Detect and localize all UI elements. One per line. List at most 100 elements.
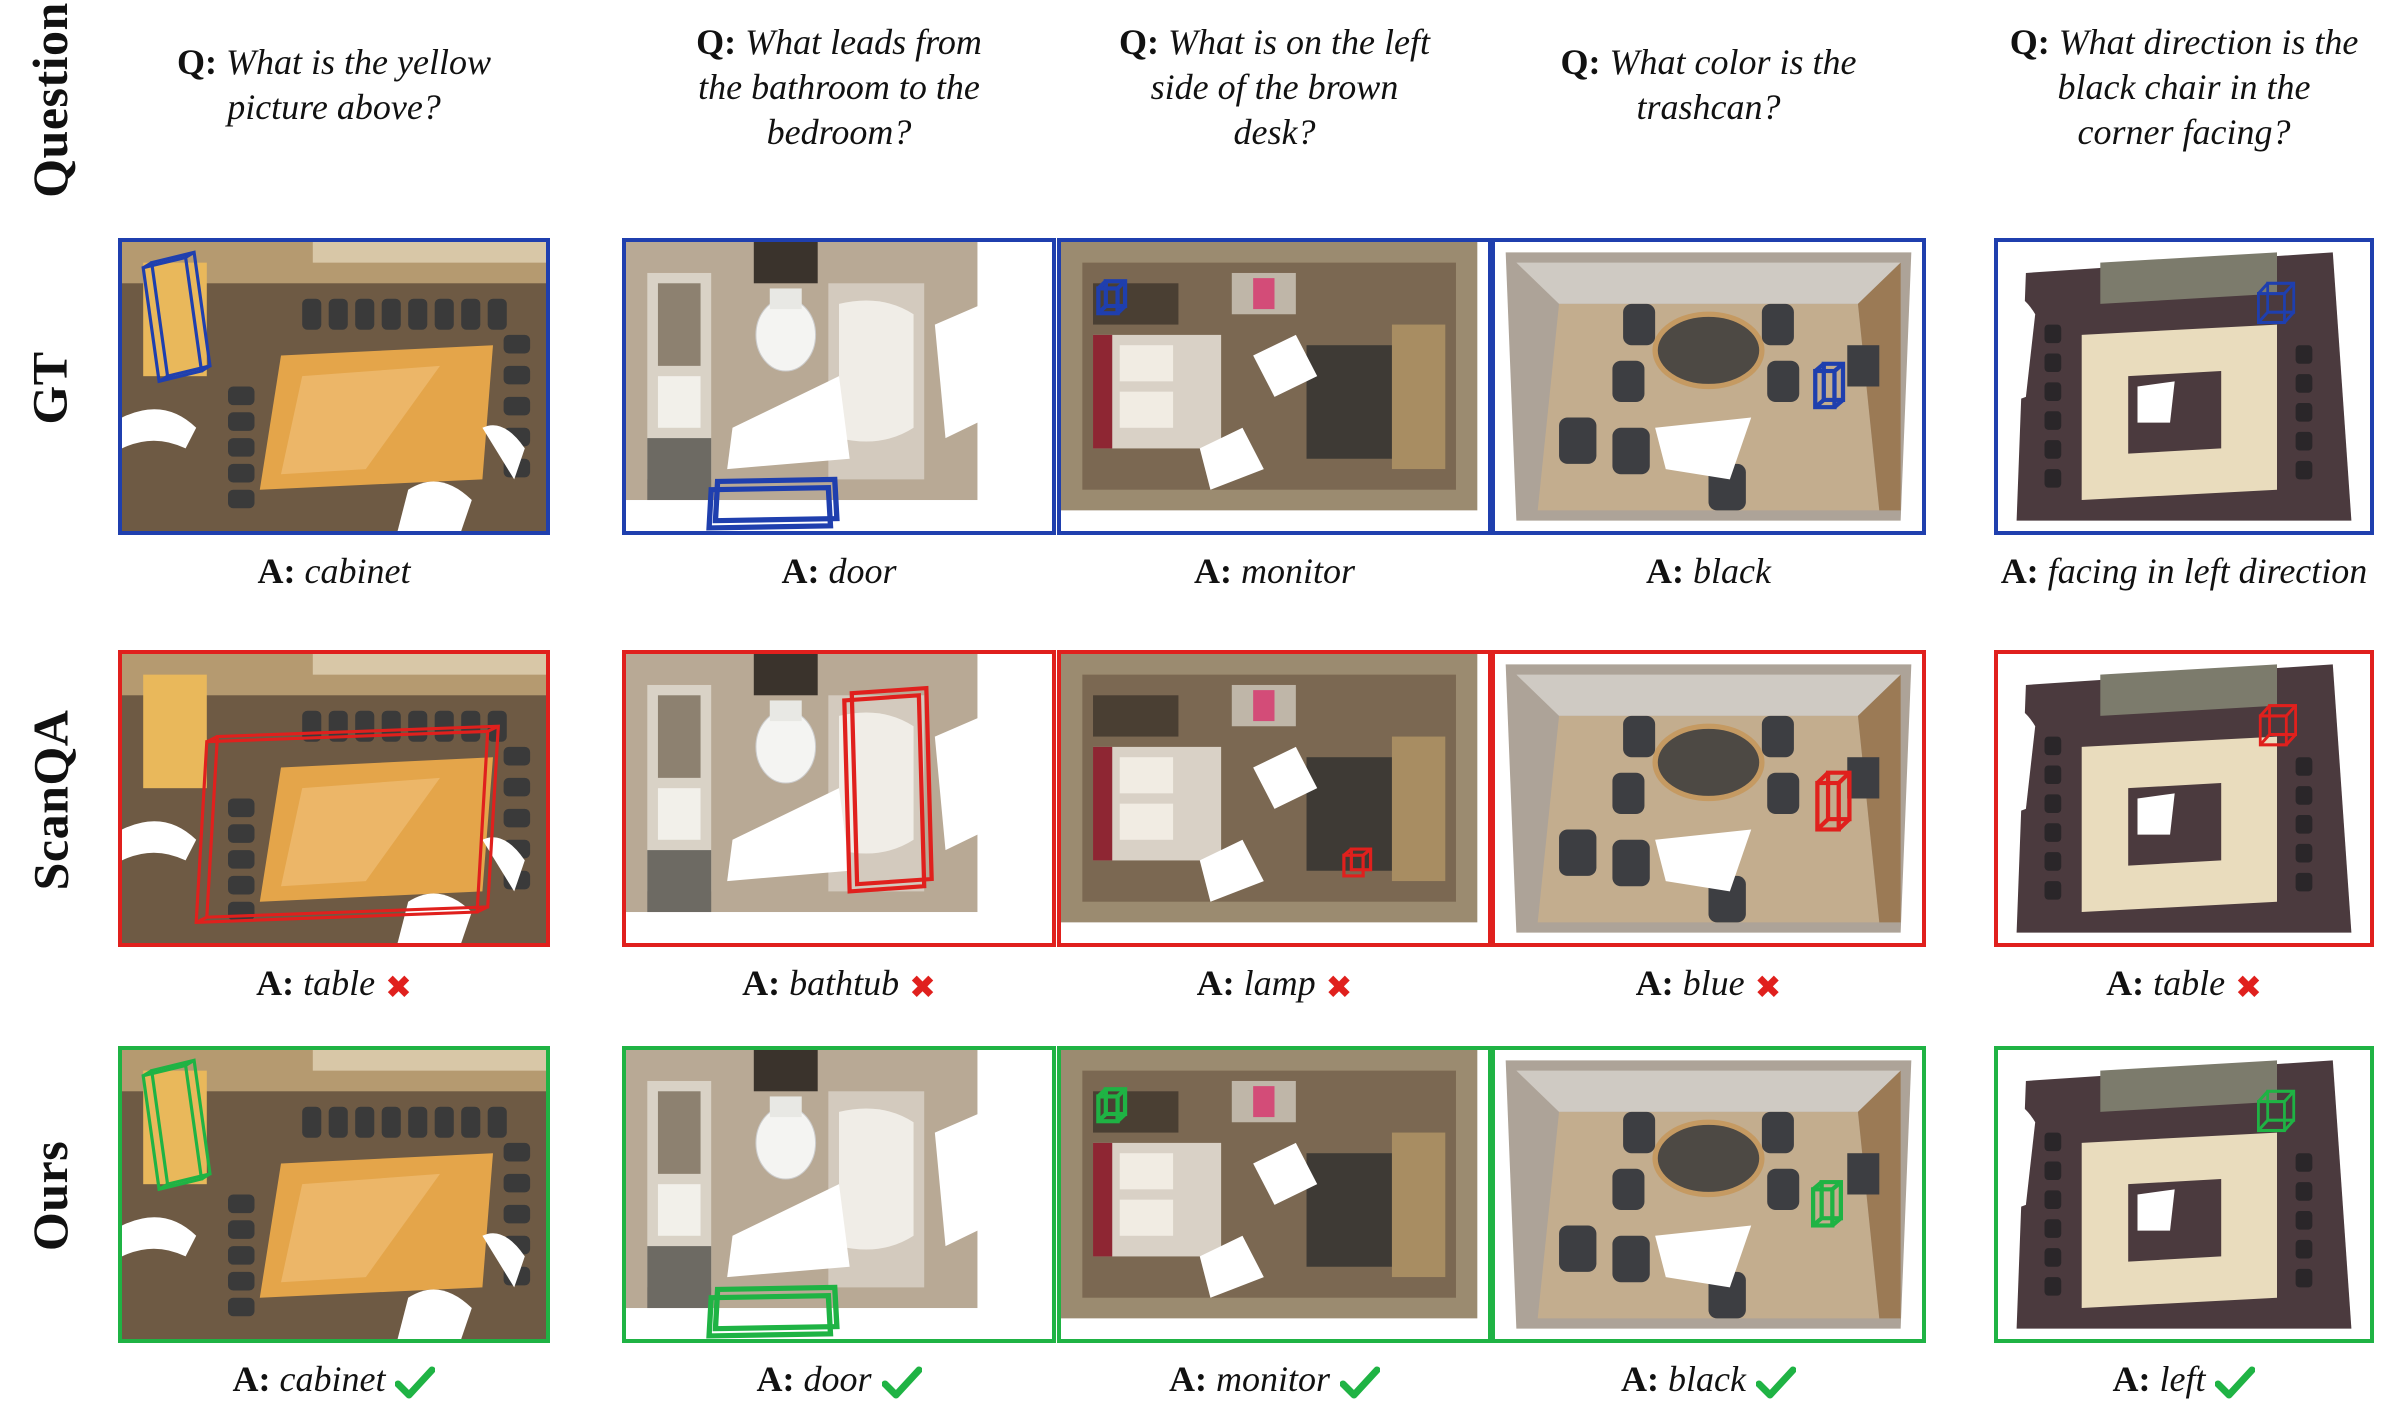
row-label-ours: Ours xyxy=(22,1140,79,1252)
question-line-text: bedroom? xyxy=(766,112,912,152)
answer-text: bathtub xyxy=(789,963,900,1003)
ours-scene-panel xyxy=(1994,1046,2374,1343)
answer-text: table xyxy=(2153,963,2226,1003)
ours-scene-panel xyxy=(118,1046,550,1343)
question-text: Q: What leads from the bathroom to the bed… xyxy=(589,20,1089,155)
question-text: Q: What color is the trashcan? xyxy=(1459,40,1959,130)
checkmark-icon xyxy=(395,1366,436,1400)
answer-prefix: A: xyxy=(1646,551,1694,591)
answer-prefix: A: xyxy=(256,963,304,1003)
question-line-text: the bathroom to the xyxy=(698,67,980,107)
question-line-text: What is on the left xyxy=(1168,22,1430,62)
gt-scene-panel xyxy=(1057,238,1492,535)
question-line-text: picture above? xyxy=(227,87,441,127)
cross-icon: ✖ xyxy=(385,967,412,1006)
question-line: side of the brown xyxy=(1025,65,1525,110)
answer-text: black xyxy=(1693,551,1771,591)
scanqa-scene-panel xyxy=(1057,650,1492,947)
ours-scene-panel xyxy=(1057,1046,1492,1343)
answer-prefix: A: xyxy=(756,1359,804,1399)
answer-prefix: A: xyxy=(2112,1359,2160,1399)
cross-icon: ✖ xyxy=(1754,967,1782,1006)
answer-text: door xyxy=(803,1359,872,1399)
ours-answer: A: black xyxy=(1479,1357,1939,1401)
row-label-gt: GT xyxy=(22,351,78,425)
question-line-text: desk? xyxy=(1233,112,1316,152)
ours-scene-panel xyxy=(1491,1046,1926,1343)
answer-prefix: A: xyxy=(2106,963,2154,1003)
question-line: Q: What direction is the xyxy=(1934,20,2385,65)
question-line: Q: What leads from xyxy=(589,20,1089,65)
question-prefix: Q: xyxy=(177,42,227,82)
question-line-text: black chair in the xyxy=(2057,67,2311,107)
row-label-scanqa: ScanQA xyxy=(22,709,78,891)
scanqa-answer: A: blue ✖ xyxy=(1479,961,1939,1009)
question-line: bedroom? xyxy=(589,110,1089,155)
cross-icon: ✖ xyxy=(1325,967,1353,1006)
ours-answer: A: cabinet xyxy=(104,1357,564,1401)
gt-answer: A: black xyxy=(1479,549,1939,593)
question-prefix: Q: xyxy=(1560,42,1610,82)
ours-answer: A: door xyxy=(609,1357,1069,1401)
cross-icon: ✖ xyxy=(909,967,936,1006)
question-line-text: What is the yellow xyxy=(226,42,491,82)
answer-prefix: A: xyxy=(232,1359,280,1399)
question-line: corner facing? xyxy=(1934,110,2385,155)
answer-prefix: A: xyxy=(1168,1359,1216,1399)
gt-scene-panel xyxy=(622,238,1056,535)
answer-prefix: A: xyxy=(1635,963,1683,1003)
question-line-text: What leads from xyxy=(745,22,982,62)
question-line: Q: What is on the left xyxy=(1025,20,1525,65)
gt-answer: A: door xyxy=(609,549,1069,593)
question-line: trashcan? xyxy=(1459,85,1959,130)
question-line-text: corner facing? xyxy=(2077,112,2291,152)
answer-text: facing in left direction xyxy=(2047,551,2368,591)
question-line: black chair in the xyxy=(1934,65,2385,110)
answer-text: door xyxy=(828,551,897,591)
scanqa-scene-panel xyxy=(622,650,1056,947)
gt-answer: A: cabinet xyxy=(104,549,564,593)
answer-text: blue xyxy=(1682,963,1745,1003)
answer-text: lamp xyxy=(1243,963,1316,1003)
gt-scene-panel xyxy=(1491,238,1926,535)
question-prefix: Q: xyxy=(2009,22,2059,62)
gt-answer: A: facing in left direction xyxy=(1954,549,2385,593)
ours-scene-panel xyxy=(622,1046,1056,1343)
question-line-text: trashcan? xyxy=(1636,87,1781,127)
answer-prefix: A: xyxy=(1621,1359,1669,1399)
question-line: desk? xyxy=(1025,110,1525,155)
checkmark-icon xyxy=(881,1366,922,1400)
question-line: picture above? xyxy=(84,85,584,130)
answer-prefix: A: xyxy=(742,963,790,1003)
question-line-text: What direction is the xyxy=(2058,22,2359,62)
checkmark-icon xyxy=(2215,1366,2256,1400)
question-line-text: What color is the xyxy=(1609,42,1857,82)
question-line: the bathroom to the xyxy=(589,65,1089,110)
ours-answer: A: monitor xyxy=(1045,1357,1505,1401)
ours-answer: A: left xyxy=(1954,1357,2385,1401)
answer-text: cabinet xyxy=(279,1359,386,1399)
question-text: Q: What is on the left side of the brown d… xyxy=(1025,20,1525,155)
answer-text: black xyxy=(1668,1359,1746,1399)
scanqa-answer: A: lamp ✖ xyxy=(1045,961,1505,1009)
question-prefix: Q: xyxy=(1119,22,1169,62)
answer-prefix: A: xyxy=(2000,551,2048,591)
scanqa-answer: A: table ✖ xyxy=(104,961,564,1009)
answer-text: cabinet xyxy=(304,551,411,591)
answer-text: monitor xyxy=(1215,1359,1330,1399)
answer-text: table xyxy=(303,963,376,1003)
scanqa-scene-panel xyxy=(118,650,550,947)
question-line-text: side of the brown xyxy=(1150,67,1399,107)
question-line: Q: What is the yellow xyxy=(84,40,584,85)
checkmark-icon xyxy=(1340,1366,1380,1400)
question-prefix: Q: xyxy=(696,22,746,62)
cross-icon: ✖ xyxy=(2235,967,2262,1006)
checkmark-icon xyxy=(1755,1366,1796,1400)
gt-answer: A: monitor xyxy=(1045,549,1505,593)
answer-prefix: A: xyxy=(1196,963,1244,1003)
answer-prefix: A: xyxy=(1193,551,1241,591)
gt-scene-panel xyxy=(118,238,550,535)
question-text: Q: What direction is the black chair in t… xyxy=(1934,20,2385,155)
scanqa-answer: A: table ✖ xyxy=(1954,961,2385,1009)
question-text: Q: What is the yellow picture above? xyxy=(84,40,584,130)
